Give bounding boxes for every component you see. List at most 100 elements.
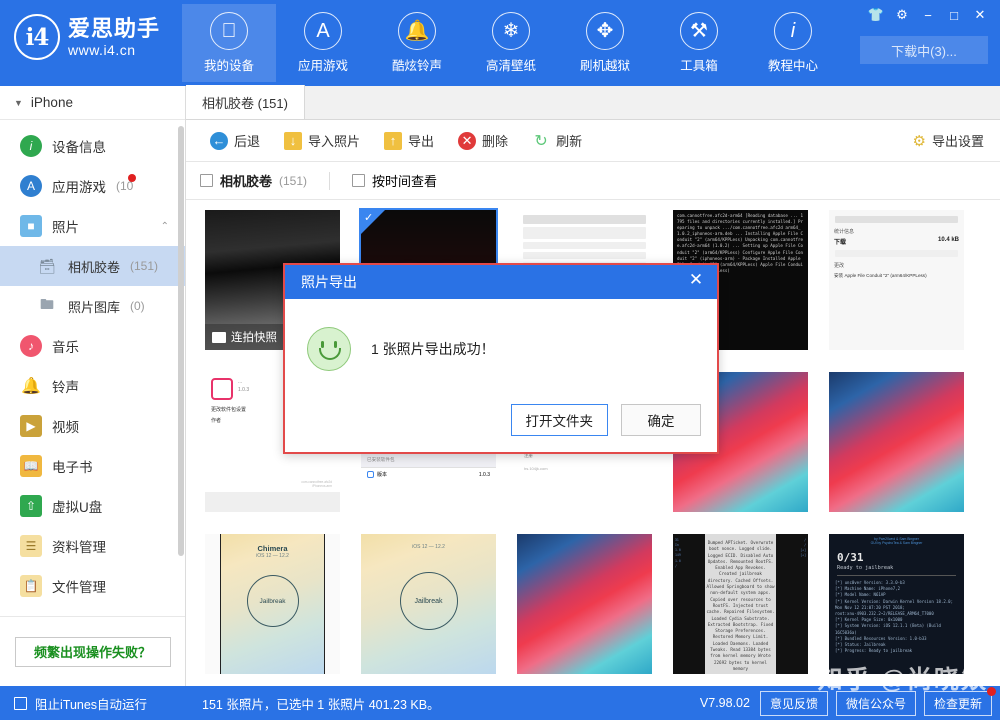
sidebar-item-label: 电子书 — [52, 460, 93, 475]
logo-title: 爱思助手 — [68, 15, 161, 41]
button-label: 刷新 — [556, 134, 583, 149]
button-label: 导出设置 — [931, 134, 984, 149]
photo-row-text: 统计信息 — [834, 229, 855, 235]
back-button[interactable]: ← 后退 — [200, 127, 270, 154]
sidebar-item-count: (151) — [130, 259, 159, 273]
feedback-button[interactable]: 意见反馈 — [759, 690, 828, 716]
photo-image: 31 In 1.0 149 1.0/ Dumped APTicket. Overwrot… — [673, 534, 808, 674]
open-folder-button[interactable]: 打开文件夹 — [510, 404, 608, 436]
smiley-success-icon — [307, 327, 351, 371]
badge-label: 连拍快照 — [231, 332, 277, 344]
status-summary: 151 张照片，已选中 1 张照片 401.23 KB。 — [202, 697, 440, 712]
film-roll-icon: 🗃 — [38, 257, 56, 274]
photo-image: Chimera iOS 12 — 12.2 Jailbreak — [205, 534, 340, 674]
photo-thumbnail[interactable]: iOS 12 — 12.2 Jailbreak — [361, 534, 496, 674]
block-itunes-group[interactable]: 阻止iTunes自动运行 — [0, 694, 186, 713]
sidebar-item-camera-roll[interactable]: 🗃 相机胶卷 (151) — [0, 246, 185, 286]
bell-icon: 🔔 — [398, 12, 436, 50]
dialog-footer: 打开文件夹 确定 — [510, 404, 701, 436]
time-view-checkbox[interactable] — [352, 174, 366, 187]
sidebar-item-videos[interactable]: ▶ 视频 — [0, 406, 185, 446]
nav-item-flash-jailbreak[interactable]: ✥ 刷机越狱 — [558, 4, 652, 82]
select-all-checkbox-group[interactable]: 相机胶卷 (151) — [200, 171, 307, 190]
appstore-icon: A — [20, 175, 42, 197]
notification-dot-icon — [987, 686, 996, 696]
book-icon: 📖 — [20, 455, 42, 477]
sidebar-item-data-management[interactable]: ☰ 资料管理 — [0, 526, 185, 566]
sidebar-item-photos[interactable]: ■ 照片 ⌃ — [0, 206, 185, 246]
sidebar-item-apps-games[interactable]: A 应用游戏 (10 — [0, 166, 185, 206]
tools-icon: ⚒ — [680, 12, 718, 50]
select-all-checkbox[interactable] — [200, 174, 213, 187]
nav-item-tutorials[interactable]: i 教程中心 — [746, 4, 840, 82]
download-status-button[interactable]: 下载中(3)... — [860, 36, 988, 64]
frequent-failure-button[interactable]: 频繁出现操作失败？ — [14, 636, 171, 667]
box-icon: ✥ — [586, 12, 624, 50]
tab-camera-roll[interactable]: 相机胶卷 (151) — [186, 85, 305, 119]
photo-thumbnail[interactable]: Chimera iOS 12 — 12.2 Jailbreak — [205, 534, 340, 674]
nav-item-apps-games[interactable]: A 应用游戏 — [276, 4, 370, 82]
delete-icon: ✕ — [458, 131, 477, 150]
time-view-checkbox-group[interactable]: 按时间查看 — [352, 171, 437, 190]
delete-button[interactable]: ✕ 删除 — [448, 127, 518, 154]
sidebar-item-photo-library[interactable]: 🖿 照片图库 (0) — [0, 286, 185, 326]
check-update-button[interactable]: 检查更新 — [923, 686, 996, 716]
sidebar-item-file-management[interactable]: 📋 文件管理 — [0, 566, 185, 606]
sidebar-footer: 频繁出现操作失败？ — [0, 616, 185, 686]
close-icon[interactable]: ✕ — [679, 265, 713, 295]
info-icon: i — [774, 12, 812, 50]
shirt-icon[interactable]: 👕 — [864, 4, 888, 26]
photo-image — [829, 372, 964, 512]
photo-subtitle: iOS 12 — 12.2 — [256, 553, 289, 559]
sidebar-device-header[interactable]: ▼ iPhone — [0, 86, 185, 120]
sidebar-scrollbar[interactable] — [178, 126, 184, 556]
chevron-down-icon: ▼ — [14, 97, 23, 108]
terminal-side-text: 31 In 1.0 149 1.0/ — [675, 538, 681, 568]
export-button[interactable]: ↑ 导出 — [374, 127, 444, 154]
nav-item-toolbox[interactable]: ⚒ 工具箱 — [652, 4, 746, 82]
export-success-dialog: 照片导出 ✕ 1 张照片导出成功！ 打开文件夹 确定 — [283, 263, 719, 454]
block-itunes-checkbox[interactable] — [14, 696, 27, 710]
sidebar-item-music[interactable]: ♪ 音乐 — [0, 326, 185, 366]
window-controls: 👕 ⚙ − □ ✕ — [864, 4, 992, 26]
export-icon: ↑ — [384, 131, 403, 150]
maximize-icon[interactable]: □ — [942, 4, 966, 26]
photo-subtitle: iOS 12 — 12.2 — [412, 544, 445, 550]
photo-image: by Pwn20wnd & Sam Bingner GUI by PsychoTe… — [829, 534, 964, 674]
refresh-icon: ↻ — [534, 132, 548, 150]
sidebar-item-ebooks[interactable]: 📖 电子书 — [0, 446, 185, 486]
photo-thumbnail[interactable]: by Pwn20wnd & Sam Bingner GUI by PsychoTe… — [829, 534, 964, 674]
nav-label: 酷炫铃声 — [391, 59, 442, 73]
log-line: [*] Progress: Ready to jailbreak — [835, 648, 913, 654]
gear-icon[interactable]: ⚙ — [890, 4, 914, 26]
photo-thumbnail[interactable] — [517, 534, 652, 674]
photo-thumbnail[interactable] — [829, 372, 964, 512]
minimize-icon[interactable]: − — [916, 4, 940, 26]
nav-label: 工具箱 — [680, 59, 718, 73]
wechat-button[interactable]: 微信公众号 — [835, 690, 916, 716]
nav-item-wallpapers[interactable]: ❄ 高清壁纸 — [464, 4, 558, 82]
refresh-button[interactable]: ↻ 刷新 — [522, 127, 592, 154]
import-photos-button[interactable]: ↓ 导入照片 — [274, 127, 370, 154]
photo-row-text: 下载 — [834, 240, 847, 246]
nav-item-my-device[interactable]:  我的设备 — [182, 4, 276, 82]
photo-row-text: 1.0.3 — [478, 471, 490, 478]
sidebar-item-virtual-usb[interactable]: ⇧ 虚拟U盘 — [0, 486, 185, 526]
sidebar-item-label: 虚拟U盘 — [52, 500, 103, 515]
device-name: iPhone — [30, 95, 73, 110]
export-settings-button[interactable]: ⚙ 导出设置 — [913, 131, 984, 150]
action-toolbar: ← 后退 ↓ 导入照片 ↑ 导出 ✕ 删除 ↻ 刷新 ⚙ 导出设置 — [186, 120, 1000, 162]
photo-thumbnail[interactable]: 31 In 1.0 149 1.0/ Dumped APTicket. Overwrot… — [673, 534, 808, 674]
photo-thumbnail[interactable]: 统计信息 下载 10.4 kB 更改 安装 Apple File Conduit… — [829, 210, 964, 350]
button-label: 后退 — [234, 134, 261, 149]
confirm-button[interactable]: 确定 — [621, 404, 701, 436]
sidebar-item-device-info[interactable]: i 设备信息 — [0, 126, 185, 166]
nav-item-ringtones[interactable]: 🔔 酷炫铃声 — [370, 4, 464, 82]
sidebar: ▼ iPhone i 设备信息 A 应用游戏 (10 ■ 照片 ⌃ 🗃 相机胶卷 — [0, 86, 186, 686]
apple-icon:  — [210, 12, 248, 50]
sidebar-item-label: 资料管理 — [52, 540, 106, 555]
close-icon[interactable]: ✕ — [968, 4, 992, 26]
appstore-icon: A — [304, 12, 342, 50]
sidebar-item-ringtones[interactable]: 🔔 铃声 — [0, 366, 185, 406]
chevron-up-icon[interactable]: ⌃ — [161, 221, 169, 232]
